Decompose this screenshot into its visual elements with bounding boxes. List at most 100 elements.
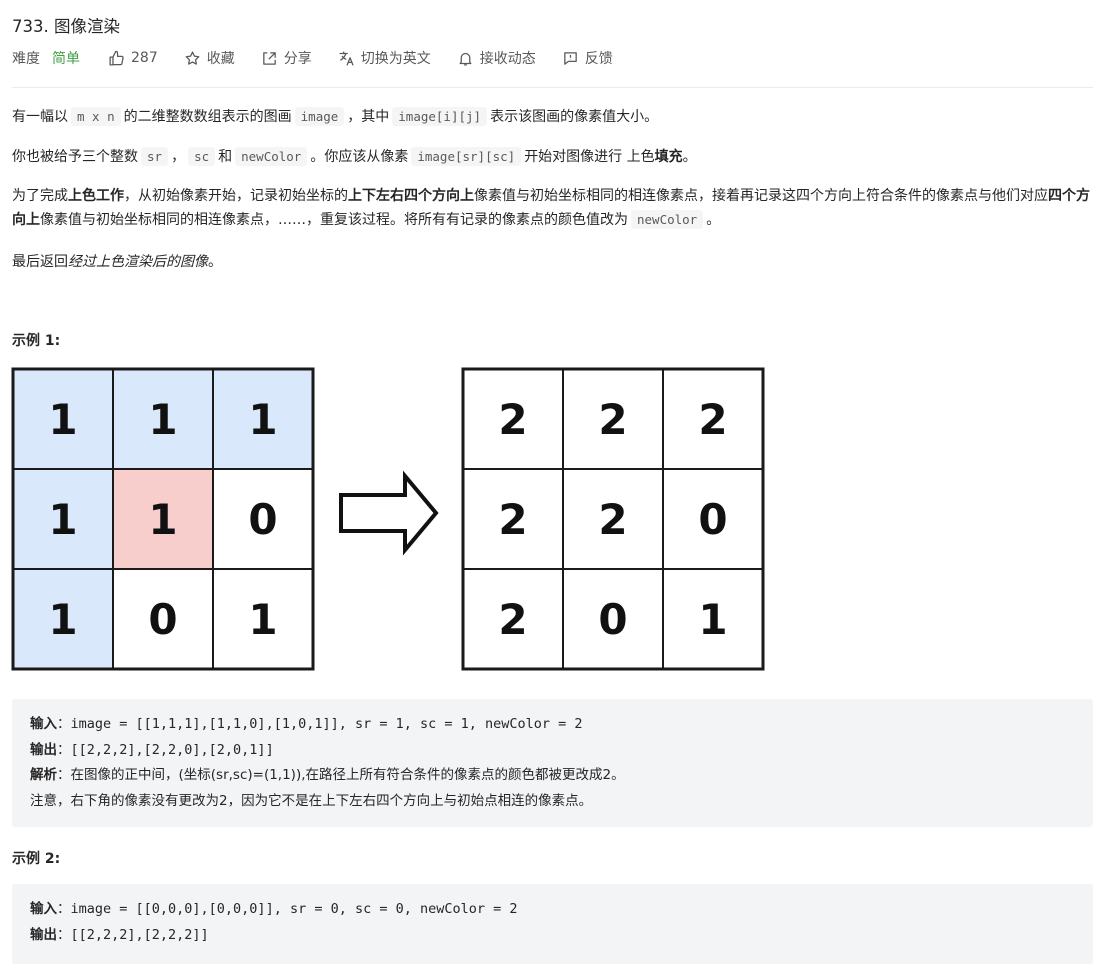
inline-code: newColor: [631, 210, 704, 229]
after-cell-value: 1: [698, 595, 727, 644]
colon: ：: [57, 741, 71, 758]
example-2-code-block: 输入：image = [[0,0,0],[0,0,0]], sr = 0, sc…: [12, 884, 1093, 964]
favorite-label: 收藏: [206, 51, 235, 67]
text: 。: [682, 149, 697, 165]
example-1-code-block: 输入：image = [[1,1,1],[1,1,0],[1,0,1]], sr…: [12, 699, 1093, 827]
after-cell-value: 2: [698, 395, 727, 444]
share-icon: [262, 51, 276, 65]
input-value: image = [[1,1,1],[1,1,0],[1,0,1]], sr = …: [70, 716, 583, 732]
text: 。: [706, 212, 721, 228]
italic-text: 经过上色渲染后的图像: [68, 254, 208, 270]
note-text: 注意，右下角的像素没有更改为2，因为它不是在上下左右四个方向上与初始点相连的像素…: [30, 792, 593, 809]
favorite-button[interactable]: 收藏: [184, 48, 235, 68]
example-1-diagram: 1 1 1 1 1 0 1 0 1 2 2 2 2 2 0 2 0 1: [11, 367, 765, 671]
output-label: 输出: [30, 926, 57, 943]
text: 的二维整数数组表示的图画: [123, 109, 292, 125]
text: 开始对图像进行 上色: [524, 149, 655, 165]
colon: ：: [57, 767, 71, 783]
text: 和: [218, 149, 233, 165]
text: 为了完成: [12, 188, 68, 204]
before-cell-value: 1: [248, 595, 277, 644]
input-label: 输入: [30, 716, 57, 732]
after-cell-value: 0: [598, 595, 627, 644]
switch-language-label: 切换为英文: [360, 51, 431, 67]
text: 像素值与初始坐标相同的相连像素点，……，重复该过程。将所有有记录的像素点的颜色值…: [40, 212, 628, 228]
after-cell-value: 2: [598, 495, 627, 544]
inline-code: image[i][j]: [392, 107, 488, 126]
bold-text: 上色工作: [68, 188, 124, 204]
share-button[interactable]: 分享: [261, 48, 312, 68]
problem-number: 733.: [12, 17, 49, 36]
like-count: 287: [131, 50, 158, 66]
explain-label: 解析: [30, 767, 57, 783]
grid-before: 1 1 1 1 1 0 1 0 1: [11, 367, 315, 671]
output-value: [[2,2,2],[2,2,0],[2,0,1]]: [70, 741, 274, 758]
grid-after: 2 2 2 2 2 0 2 0 1: [461, 367, 765, 671]
bold-text: 填充: [654, 149, 683, 165]
text: 。: [208, 254, 222, 270]
input-label: 输入: [30, 901, 57, 917]
text: ，其中: [347, 109, 390, 125]
problem-name: 图像渲染: [54, 17, 120, 36]
text: 表示该图画的像素值大小。: [490, 109, 659, 125]
divider: [12, 87, 1093, 88]
feedback-icon: [563, 51, 577, 65]
feedback-button[interactable]: 反馈: [562, 48, 613, 68]
text: 。你应该从像素: [310, 149, 409, 165]
description-paragraph-4: 最后返回经过上色渲染后的图像。: [12, 251, 1093, 274]
before-cell-value: 1: [48, 595, 77, 644]
input-value: image = [[0,0,0],[0,0,0]], sr = 0, sc = …: [70, 901, 518, 917]
translate-icon: [339, 50, 354, 66]
difficulty-label: 难度: [12, 51, 40, 67]
before-cell-value: 1: [148, 495, 177, 544]
colon: ：: [57, 926, 71, 943]
before-cell-value: 0: [248, 495, 277, 544]
text: ，从初始像素开始，记录初始坐标的: [124, 188, 348, 204]
notify-label: 接收动态: [479, 51, 536, 67]
inline-code: sr: [141, 147, 169, 166]
example-1-title: 示例 1:: [12, 333, 61, 349]
after-cell-value: 2: [498, 595, 527, 644]
text: 你也被给予三个整数: [12, 149, 138, 165]
output-label: 输出: [30, 741, 57, 758]
inline-code: image: [294, 107, 345, 126]
text: ，: [171, 149, 186, 165]
like-button[interactable]: 287: [108, 50, 158, 67]
description-paragraph-3: 为了完成上色工作，从初始像素开始，记录初始坐标的上下左右四个方向上像素值与初始坐…: [12, 185, 1093, 232]
bell-icon: [459, 52, 472, 66]
share-label: 分享: [283, 51, 312, 67]
after-cell-value: 2: [498, 395, 527, 444]
feedback-label: 反馈: [584, 51, 613, 67]
text: 像素值与初始坐标相同的相连像素点，接着再记录这四个方向上符合条件的像素点与他们对…: [474, 188, 1048, 204]
before-cell-value: 1: [48, 395, 77, 444]
thumbs-up-icon: [109, 50, 124, 66]
before-cell-value: 1: [248, 395, 277, 444]
colon: ：: [57, 716, 71, 732]
example-2-title: 示例 2:: [12, 851, 61, 867]
right-arrow-icon: [339, 470, 439, 556]
inline-code: m x n: [71, 107, 121, 126]
text: 最后返回: [12, 254, 68, 270]
inline-code: newColor: [235, 147, 308, 166]
problem-title: 733. 图像渲染: [12, 13, 120, 37]
before-cell-value: 1: [48, 495, 77, 544]
notify-button[interactable]: 接收动态: [457, 48, 536, 68]
text: 有一幅以: [12, 109, 68, 125]
switch-language-button[interactable]: 切换为英文: [338, 48, 431, 68]
star-icon: [185, 50, 200, 65]
inline-code: image[sr][sc]: [411, 147, 522, 166]
explain-text: 在图像的正中间，(坐标(sr,sc)=(1,1)),在路径上所有符合条件的像素点…: [70, 767, 625, 783]
after-cell-value: 2: [598, 395, 627, 444]
before-cell-value: 1: [148, 395, 177, 444]
description-paragraph-2: 你也被给予三个整数 sr， sc 和 newColor 。你应该从像素 image[sr][…: [12, 145, 1093, 169]
after-cell-value: 0: [698, 495, 727, 544]
colon: ：: [57, 901, 71, 917]
description-paragraph-1: 有一幅以 m x n 的二维整数数组表示的图画 image ，其中 image[i][j]…: [12, 105, 1093, 129]
before-cell-value: 0: [148, 595, 177, 644]
difficulty-badge: 简单: [52, 51, 80, 67]
after-cell-value: 2: [498, 495, 527, 544]
bold-text: 上下左右四个方向上: [348, 188, 474, 204]
inline-code: sc: [188, 147, 216, 166]
problem-meta-bar: 难度 简单 287 收藏 分享 切换为英文 接收动态 反馈: [12, 48, 639, 68]
output-value: [[2,2,2],[2,2,2]]: [70, 926, 209, 943]
